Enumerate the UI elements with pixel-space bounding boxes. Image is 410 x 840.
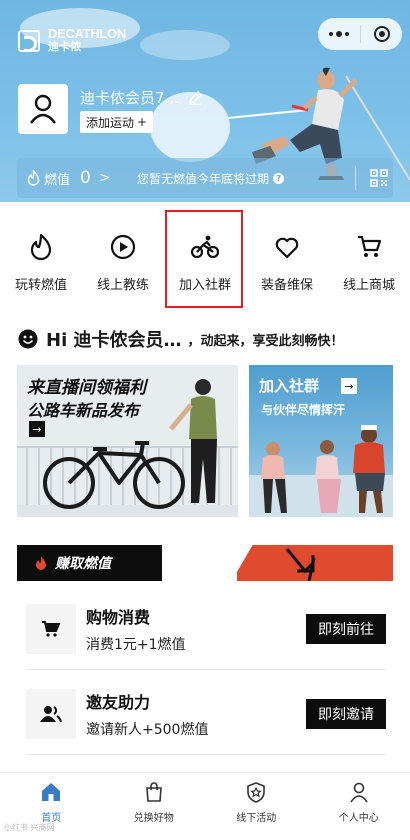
task-icon-box — [26, 689, 76, 739]
fuel-value: 0 — [80, 168, 91, 188]
join-community-banner[interactable]: 加入社群 → 与伙伴尽情挥汗 — [249, 365, 393, 517]
fuel-status-bar[interactable]: 燃值 0 > 您暂无燃值今年底将过期 ? — [17, 158, 393, 198]
add-sport-label: 添加运动 — [86, 115, 135, 130]
greeting-title: Hi 迪卡侬会员… — [46, 330, 182, 351]
divider — [26, 669, 386, 670]
banner-left-title: 来直播间领福利 — [27, 378, 146, 398]
cart-icon — [42, 621, 61, 637]
edit-pencil-icon[interactable] — [188, 90, 202, 105]
fuel-divider — [355, 166, 356, 190]
nav-item-online-store[interactable]: 线上商城 — [328, 212, 410, 304]
help-icon[interactable]: ? — [273, 172, 285, 184]
greeting-subtitle: ，动起来，享受此刻畅快！ — [187, 333, 344, 349]
nav-item-online-coach[interactable]: 线上教练 — [82, 212, 164, 304]
greeting: Hi 迪卡侬会员… ，动起来，享受此刻畅快！ — [18, 326, 344, 352]
smile-icon — [18, 329, 38, 349]
tab-label: 线下活动 — [236, 813, 277, 824]
qr-code-icon[interactable] — [370, 169, 388, 187]
flame-icon — [30, 233, 52, 261]
more-menu-icon[interactable] — [318, 18, 360, 50]
brand-name-cn: 迪卡侬 — [48, 40, 81, 53]
cyclist-icon — [191, 235, 219, 259]
arrow-right-icon: → — [341, 378, 357, 394]
decathlon-logo: DECATHLON 迪卡侬 — [18, 26, 126, 53]
brand-name-en: DECATHLON — [48, 26, 126, 41]
fuel-label: 燃值 — [44, 172, 71, 188]
task-invite: 邀友助力 邀请新人+500燃值 即刻邀请 — [26, 682, 386, 746]
bottom-tab-bar: 首页 兑换好物 线下活动 个人中心 — [0, 772, 410, 840]
divider — [26, 754, 386, 755]
user-avatar-icon — [30, 94, 56, 124]
earn-fuel-title: 赚取燃值 — [55, 556, 111, 572]
nav-label: 玩转燃值 — [14, 278, 67, 293]
home-icon — [42, 783, 61, 801]
user-icon — [350, 782, 368, 803]
nav-item-join-community[interactable]: 加入社群 — [164, 212, 246, 304]
live-stream-banner[interactable]: 来直播间领福利 公路车新品发布 → — [17, 365, 238, 517]
banner-right-title: 加入社群 — [259, 377, 320, 395]
member-header: DECATHLON 迪卡侬 迪卡侬会员7… 添加运动 + 燃值 0 > 您暂无燃… — [0, 0, 410, 202]
nav-label: 装备维保 — [260, 278, 313, 293]
nav-label: 线上商城 — [342, 278, 395, 293]
miniprogram-capsule — [318, 18, 402, 50]
fuel-expiry-note: 您暂无燃值今年底将过期 ? — [137, 170, 285, 187]
cloud-decoration — [140, 30, 230, 60]
nav-item-fuel[interactable]: 玩转燃值 — [0, 212, 82, 304]
plus-icon: + — [137, 115, 148, 129]
user-name-row: 迪卡侬会员7… — [80, 87, 202, 108]
app-root: DECATHLON 迪卡侬 迪卡侬会员7… 添加运动 + 燃值 0 > 您暂无燃… — [0, 0, 410, 840]
cart-icon — [358, 235, 382, 257]
nav-label: 加入社群 — [178, 278, 231, 293]
add-sport-button[interactable]: 添加运动 + — [80, 111, 154, 133]
tab-redeem[interactable]: 兑换好物 — [103, 773, 206, 840]
nav-item-gear-care[interactable]: 装备维保 — [246, 212, 328, 304]
play-circle-icon — [110, 234, 136, 260]
earn-fuel-header: 赚取燃值 — [17, 545, 393, 581]
tab-offline-events[interactable]: 线下活动 — [205, 773, 308, 840]
task-icon-box — [26, 604, 76, 654]
task-shopping: 购物消费 消费1元+1燃值 即刻前往 — [26, 597, 386, 661]
tab-profile[interactable]: 个人中心 — [308, 773, 410, 840]
avatar[interactable] — [18, 84, 68, 134]
users-icon — [40, 706, 62, 723]
tab-label: 个人中心 — [338, 813, 379, 824]
quick-nav: 玩转燃值 线上教练 加入社群 装备维保 线上商城 — [0, 212, 410, 304]
watermark: 小红书 兴商网 — [4, 823, 55, 832]
close-miniprogram-icon[interactable] — [361, 18, 402, 50]
decathlon-mark-icon — [18, 29, 40, 52]
banner-left-subtitle: 公路车新品发布 — [27, 401, 140, 420]
task-description: 邀请新人+500燃值 — [86, 722, 209, 738]
fuel-balance[interactable]: 燃值 0 > — [17, 168, 127, 188]
invite-now-button[interactable]: 即刻邀请 — [306, 699, 386, 729]
arrow-graphic-icon — [285, 548, 316, 581]
banner-right-subtitle: 与伙伴尽情挥汗 — [261, 403, 346, 417]
go-now-button[interactable]: 即刻前往 — [306, 614, 386, 644]
chevron-right-icon: > — [98, 170, 111, 186]
nav-label: 线上教练 — [96, 278, 149, 293]
flame-icon — [27, 170, 40, 186]
task-title: 购物消费 — [86, 608, 151, 627]
shield-star-icon — [247, 782, 266, 803]
earn-banner-graphic — [205, 545, 393, 581]
fuel-note-text: 您暂无燃值今年底将过期 — [137, 171, 270, 186]
user-name: 迪卡侬会员7… — [80, 89, 180, 107]
tab-label: 兑换好物 — [133, 813, 174, 824]
flame-icon — [36, 556, 46, 570]
shopping-bag-icon — [145, 782, 162, 802]
arrow-right-icon: → — [29, 421, 45, 437]
task-title: 邀友助力 — [86, 693, 151, 712]
task-description: 消费1元+1燃值 — [86, 637, 186, 653]
heart-icon — [275, 237, 299, 259]
